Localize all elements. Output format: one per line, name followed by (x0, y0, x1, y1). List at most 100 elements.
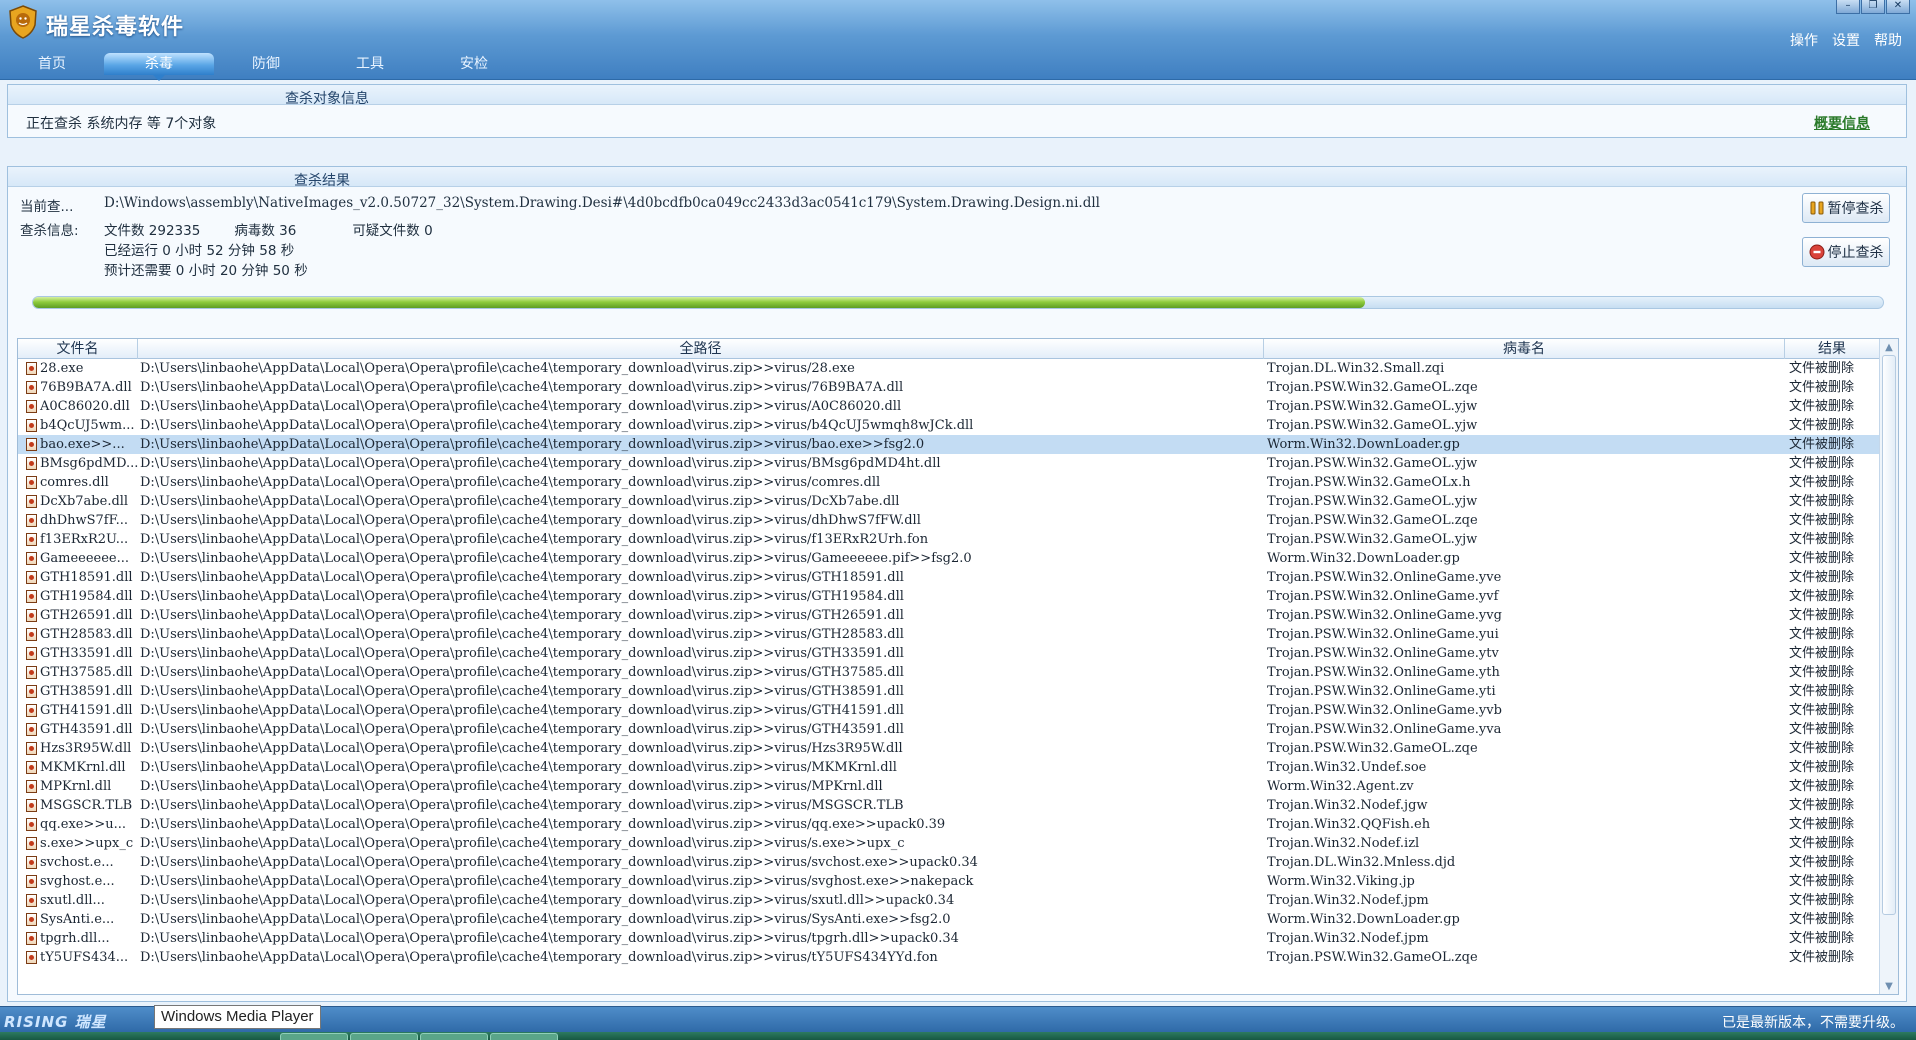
result-cell-text: 文件被删除 (1789, 437, 1855, 452)
table-row[interactable]: qq.exe>>u... D:\Users\linbaohe\AppData\Lo… (18, 815, 1880, 834)
table-row[interactable]: tY5UFS434... D:\Users\linbaohe\AppData\Lo… (18, 948, 1880, 967)
table-row[interactable]: GTH19584.dll D:\Users\linbaohe\AppData\Lo… (18, 587, 1880, 606)
result-cell: 文件被删除 (1785, 682, 1880, 701)
result-cell-text: 文件被删除 (1789, 874, 1855, 889)
update-status-text: 已是最新版本，不需要升级。 (1722, 1015, 1904, 1031)
table-row[interactable]: A0C86020.dll D:\Users\linbaohe\AppData\Lo… (18, 397, 1880, 416)
scan-progress-bar (32, 296, 1884, 309)
table-row[interactable]: sxutl.dll... D:\Users\linbaohe\AppData\Lo… (18, 891, 1880, 910)
menu-settings[interactable]: 设置 (1832, 30, 1860, 50)
table-row[interactable]: DcXb7abe.dll D:\Users\linbaohe\AppData\Lo… (18, 492, 1880, 511)
virus-name-cell: Worm.Win32.Viking.jp (1264, 872, 1785, 891)
tab-security-check[interactable]: 安检 (422, 53, 526, 75)
table-row[interactable]: GTH18591.dll D:\Users\linbaohe\AppData\Lo… (18, 568, 1880, 587)
table-row[interactable]: 28.exe D:\Users\linbaohe\AppData\Local\Op… (18, 359, 1880, 378)
filename-cell: DcXb7abe.dll (18, 492, 138, 511)
table-row[interactable]: GTH38591.dll D:\Users\linbaohe\AppData\Lo… (18, 682, 1880, 701)
column-header-result[interactable]: 结果 (1785, 339, 1880, 359)
column-header-virus-name[interactable]: 病毒名 (1264, 339, 1785, 359)
summary-info-link[interactable]: 概要信息 (1814, 113, 1870, 133)
infected-file-icon (26, 951, 37, 964)
virus-name-cell-text: Worm.Win32.DownLoader.gp (1267, 912, 1460, 927)
column-header-filename[interactable]: 文件名 (18, 339, 138, 359)
fullpath-cell-text: D:\Users\linbaohe\AppData\Local\Opera\Op… (140, 570, 904, 585)
fullpath-cell: D:\Users\linbaohe\AppData\Local\Opera\Op… (138, 853, 1264, 872)
table-row[interactable]: GTH37585.dll D:\Users\linbaohe\AppData\Lo… (18, 663, 1880, 682)
table-row[interactable]: BMsg6pdMD... D:\Users\linbaohe\AppData\Lo… (18, 454, 1880, 473)
table-row[interactable]: GTH41591.dll D:\Users\linbaohe\AppData\Lo… (18, 701, 1880, 720)
virus-name-cell: Trojan.PSW.Win32.OnlineGame.yva (1264, 720, 1785, 739)
pause-scan-button[interactable]: 暂停查杀 (1802, 193, 1890, 223)
vertical-scrollbar[interactable]: ▲ ▼ (1879, 339, 1898, 994)
infected-file-icon (26, 704, 37, 717)
scrollbar-thumb[interactable] (1882, 355, 1896, 915)
tab-defense[interactable]: 防御 (214, 53, 318, 75)
filename-cell-text: GTH19584.dll (40, 589, 133, 604)
table-row[interactable]: SysAnti.e... D:\Users\linbaohe\AppData\Lo… (18, 910, 1880, 929)
filename-cell: GTH33591.dll (18, 644, 138, 663)
filename-cell-text: comres.dll (40, 475, 109, 490)
menu-operation[interactable]: 操作 (1790, 30, 1818, 50)
table-row[interactable]: dhDhwS7fF... D:\Users\linbaohe\AppData\Lo… (18, 511, 1880, 530)
column-header-fullpath[interactable]: 全路径 (138, 339, 1264, 359)
table-row[interactable]: s.exe>>upx_c D:\Users\linbaohe\AppData\Lo… (18, 834, 1880, 853)
result-cell-text: 文件被删除 (1789, 399, 1855, 414)
virus-name-cell-text: Trojan.PSW.Win32.GameOL.zqe (1267, 950, 1478, 965)
fullpath-cell: D:\Users\linbaohe\AppData\Local\Opera\Op… (138, 568, 1264, 587)
tab-home[interactable]: 首页 (0, 53, 104, 75)
filename-cell-text: sxutl.dll... (40, 893, 105, 908)
filename-cell: GTH19584.dll (18, 587, 138, 606)
table-row[interactable]: comres.dll D:\Users\linbaohe\AppData\Loca… (18, 473, 1880, 492)
table-row[interactable]: svchost.e... D:\Users\linbaohe\AppData\Lo… (18, 853, 1880, 872)
table-row[interactable]: GTH33591.dll D:\Users\linbaohe\AppData\Lo… (18, 644, 1880, 663)
fullpath-cell-text: D:\Users\linbaohe\AppData\Local\Opera\Op… (140, 684, 904, 699)
panel-header: 查杀对象信息 (8, 85, 1906, 107)
result-cell: 文件被删除 (1785, 777, 1880, 796)
minimize-icon[interactable]: – (1836, 0, 1860, 14)
scan-target-panel: 查杀对象信息 正在查杀 系统内存 等 7个对象 概要信息 (7, 84, 1907, 138)
fullpath-cell-text: D:\Users\linbaohe\AppData\Local\Opera\Op… (140, 893, 955, 908)
fullpath-cell: D:\Users\linbaohe\AppData\Local\Opera\Op… (138, 777, 1264, 796)
tab-tools[interactable]: 工具 (318, 53, 422, 75)
tab-antivirus[interactable]: 杀毒 (104, 53, 214, 81)
table-row[interactable]: MPKrnl.dll D:\Users\linbaohe\AppData\Loca… (18, 777, 1880, 796)
result-cell: 文件被删除 (1785, 435, 1880, 454)
infected-file-icon (26, 685, 37, 698)
taskbar-button[interactable] (350, 1033, 418, 1040)
fullpath-cell-text: D:\Users\linbaohe\AppData\Local\Opera\Op… (140, 855, 978, 870)
menu-help[interactable]: 帮助 (1874, 30, 1902, 50)
fullpath-cell: D:\Users\linbaohe\AppData\Local\Opera\Op… (138, 454, 1264, 473)
table-row[interactable]: f13ERxR2U... D:\Users\linbaohe\AppData\Lo… (18, 530, 1880, 549)
filename-cell-text: GTH28583.dll (40, 627, 133, 642)
table-row[interactable]: GTH26591.dll D:\Users\linbaohe\AppData\Lo… (18, 606, 1880, 625)
table-row[interactable]: b4QcUJ5wm... D:\Users\linbaohe\AppData\Lo… (18, 416, 1880, 435)
table-row[interactable]: MKMKrnl.dll D:\Users\linbaohe\AppData\Loc… (18, 758, 1880, 777)
taskbar-button[interactable] (420, 1033, 488, 1040)
table-row[interactable]: GTH43591.dll D:\Users\linbaohe\AppData\Lo… (18, 720, 1880, 739)
panel-header: 查杀结果 (8, 167, 1906, 189)
table-row[interactable]: GTH28583.dll D:\Users\linbaohe\AppData\Lo… (18, 625, 1880, 644)
filename-cell-text: s.exe>>upx_c (40, 836, 134, 851)
result-cell: 文件被删除 (1785, 492, 1880, 511)
table-row[interactable]: svghost.e... D:\Users\linbaohe\AppData\Lo… (18, 872, 1880, 891)
table-row[interactable]: Hzs3R95W.dll D:\Users\linbaohe\AppData\Lo… (18, 739, 1880, 758)
infected-file-icon (26, 723, 37, 736)
restore-icon[interactable]: ❐ (1861, 0, 1885, 14)
table-row[interactable]: bao.exe>>... D:\Users\linbaohe\AppData\Lo… (18, 435, 1880, 454)
virus-name-cell: Trojan.PSW.Win32.GameOL.yjw (1264, 397, 1785, 416)
scroll-down-icon[interactable]: ▼ (1884, 982, 1894, 992)
virus-name-cell-text: Trojan.PSW.Win32.OnlineGame.yti (1267, 684, 1496, 699)
close-icon[interactable]: ✕ (1886, 0, 1910, 14)
table-row[interactable]: tpgrh.dll... D:\Users\linbaohe\AppData\Lo… (18, 929, 1880, 948)
virus-name-cell-text: Trojan.PSW.Win32.GameOL.yjw (1267, 456, 1478, 471)
table-row[interactable]: MSGSCR.TLB D:\Users\linbaohe\AppData\Loca… (18, 796, 1880, 815)
stop-scan-button[interactable]: 停止查杀 (1802, 237, 1890, 267)
fullpath-cell: D:\Users\linbaohe\AppData\Local\Opera\Op… (138, 492, 1264, 511)
scroll-up-icon[interactable]: ▲ (1884, 343, 1894, 353)
fullpath-cell-text: D:\Users\linbaohe\AppData\Local\Opera\Op… (140, 475, 881, 490)
table-row[interactable]: 76B9BA7A.dll D:\Users\linbaohe\AppData\Lo… (18, 378, 1880, 397)
taskbar-button[interactable] (280, 1033, 348, 1040)
table-row[interactable]: Gameeeeee... D:\Users\linbaohe\AppData\Lo… (18, 549, 1880, 568)
taskbar-button[interactable] (490, 1033, 558, 1040)
filename-cell: f13ERxR2U... (18, 530, 138, 549)
